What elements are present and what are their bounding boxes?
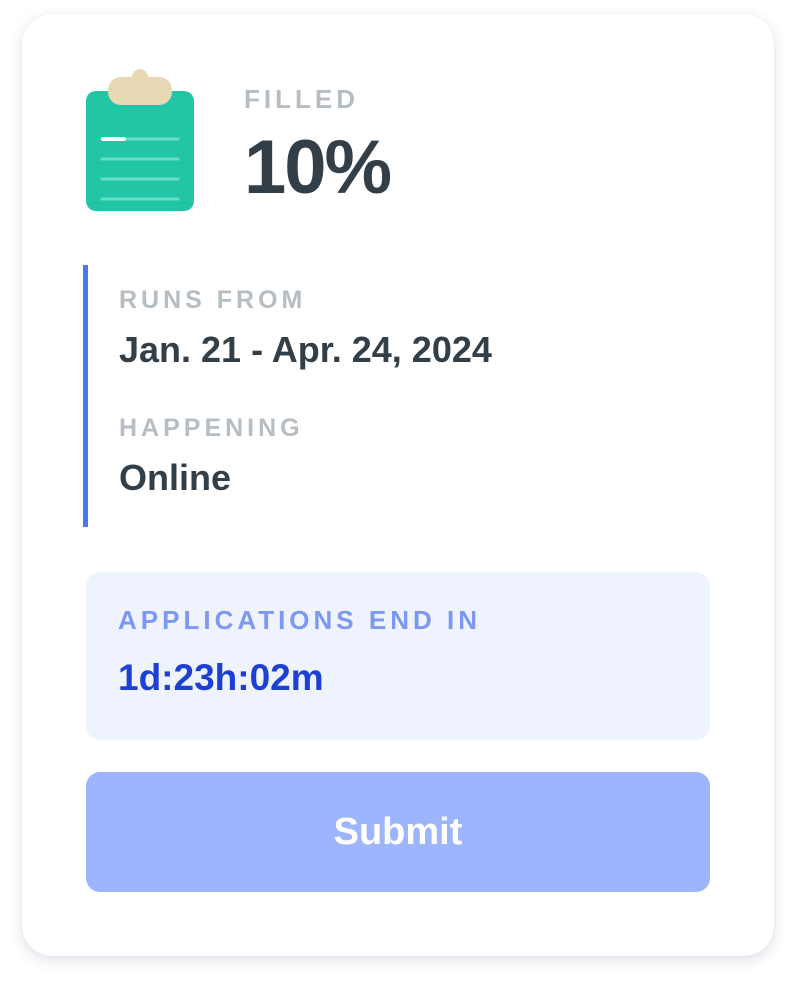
countdown-timer: 1d:23h:02m: [118, 657, 324, 698]
runs-from-label: RUNS FROM: [119, 286, 307, 314]
happening-label: HAPPENING: [119, 414, 304, 442]
filled-percentage: 10%: [244, 125, 392, 210]
runs-from-value: Jan. 21 - Apr. 24, 2024: [119, 329, 492, 370]
happening-value: Online: [119, 457, 232, 498]
clipboard-icon: [86, 69, 196, 214]
event-card: FILLED 10% RUNS FROM Jan. 21 - Apr. 24, …: [22, 14, 774, 956]
event-details: RUNS FROM Jan. 21 - Apr. 24, 2024 HAPPEN…: [83, 265, 688, 527]
applications-end-label: APPLICATIONS END IN: [118, 605, 481, 635]
filled-label: FILLED: [244, 84, 359, 114]
submit-button[interactable]: Submit: [86, 772, 710, 892]
applications-deadline-box: APPLICATIONS END IN 1d:23h:02m: [86, 572, 710, 740]
